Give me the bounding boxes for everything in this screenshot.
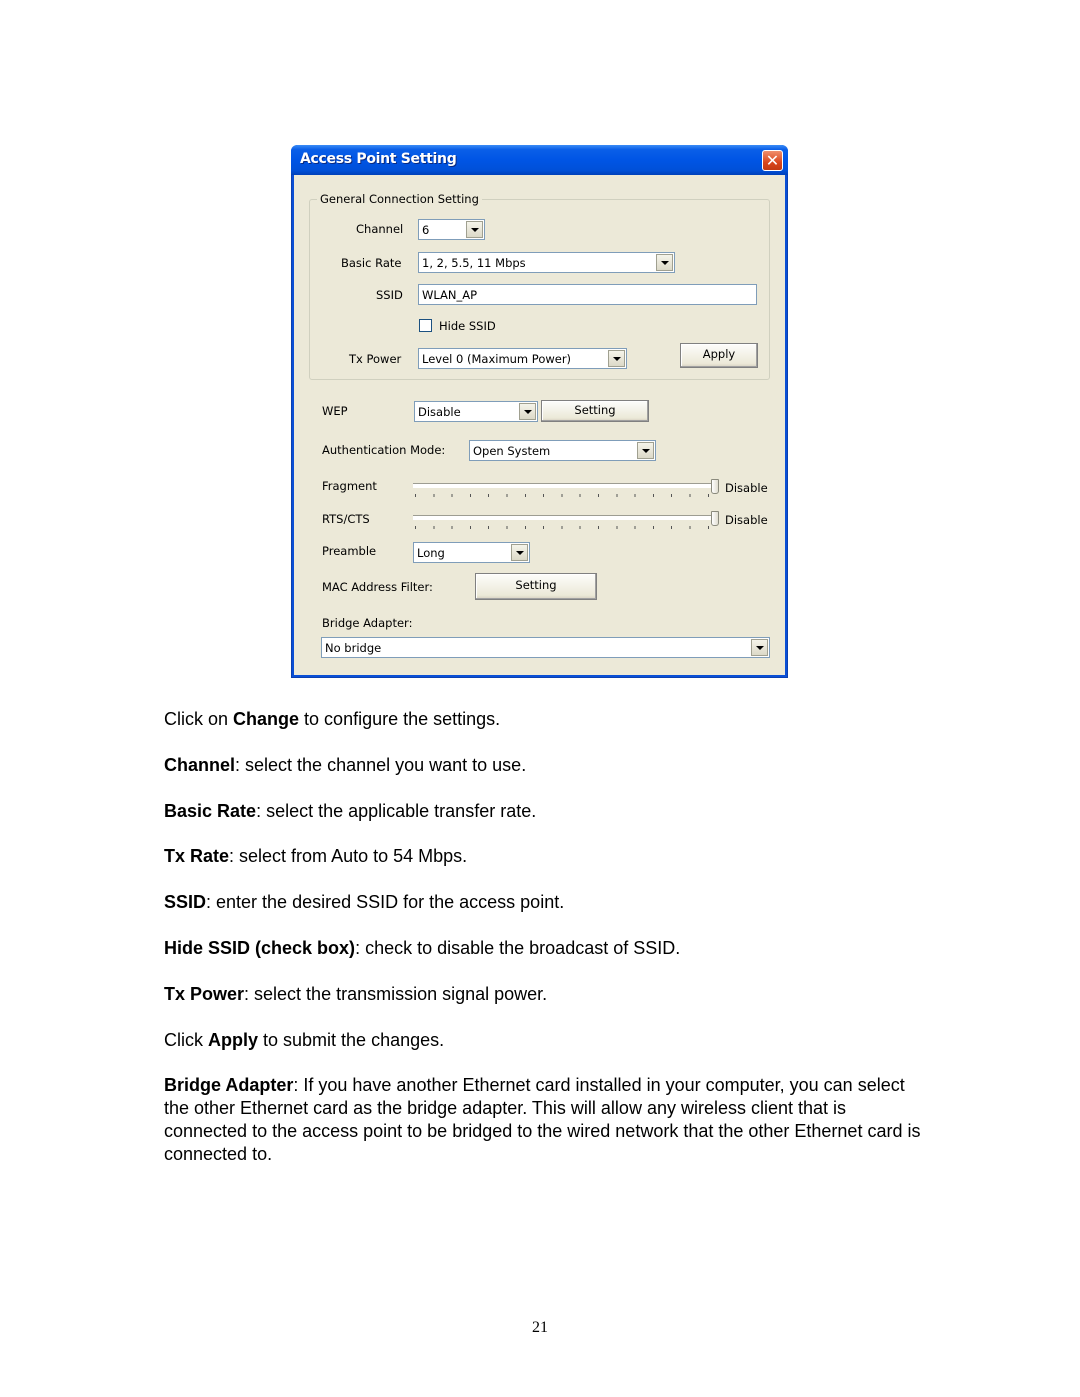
mac-filter-setting-button[interactable]: Setting — [475, 573, 597, 600]
term: Apply — [208, 1030, 259, 1050]
bridge-adapter-select[interactable]: No bridge — [321, 637, 770, 658]
text: to configure the settings. — [299, 709, 501, 729]
preamble-label: Preamble — [322, 544, 377, 558]
rts-cts-value: Disable — [725, 513, 768, 527]
text: Click on — [164, 709, 234, 729]
desc-basic-rate: Basic Rate: select the applicable transf… — [164, 800, 924, 823]
slider-track — [413, 483, 711, 488]
chevron-down-icon[interactable] — [511, 544, 528, 561]
hide-ssid-label: Hide SSID — [439, 319, 496, 333]
ssid-value: WLAN_AP — [422, 288, 478, 302]
desc-bridge-adapter: Bridge Adapter: If you have another Ethe… — [164, 1074, 924, 1166]
page-number: 21 — [532, 1319, 548, 1336]
text: : check to disable the broadcast of SSID… — [355, 938, 681, 958]
slider-track — [413, 515, 711, 520]
rts-cts-label: RTS/CTS — [322, 512, 370, 526]
wep-label: WEP — [322, 404, 348, 418]
auth-mode-value: Open System — [473, 444, 551, 458]
channel-label: Channel — [356, 222, 404, 236]
slider-thumb[interactable] — [711, 511, 719, 526]
preamble-value: Long — [417, 546, 445, 560]
chevron-down-icon[interactable] — [466, 221, 483, 238]
close-icon: ✕ — [765, 151, 780, 170]
text: : select the channel you want to use. — [235, 755, 527, 775]
channel-value: 6 — [422, 223, 430, 237]
chevron-down-icon[interactable] — [608, 350, 625, 367]
text: : select from Auto to 54 Mbps. — [229, 846, 468, 866]
fragment-label: Fragment — [322, 479, 377, 493]
tx-power-value: Level 0 (Maximum Power) — [422, 352, 572, 366]
text: : select the applicable transfer rate. — [256, 801, 537, 821]
term: Tx Rate — [164, 846, 230, 866]
basic-rate-label: Basic Rate — [341, 256, 402, 270]
hide-ssid-checkbox[interactable] — [419, 319, 432, 332]
channel-select[interactable]: 6 — [418, 219, 485, 240]
chevron-down-icon[interactable] — [519, 403, 536, 420]
text: : select the transmission signal power. — [244, 984, 548, 1004]
instruction-apply: Click Apply to submit the changes. — [164, 1029, 924, 1052]
slider-ticks — [415, 526, 715, 529]
text: to submit the changes. — [258, 1030, 445, 1050]
wep-setting-button[interactable]: Setting — [541, 400, 649, 422]
basic-rate-value: 1, 2, 5.5, 11 Mbps — [422, 256, 526, 270]
term: Bridge Adapter — [164, 1075, 294, 1095]
fragment-value: Disable — [725, 481, 768, 495]
wep-select[interactable]: Disable — [414, 401, 538, 422]
bridge-adapter-value: No bridge — [325, 641, 382, 655]
access-point-setting-dialog: Access Point Setting ✕ General Connectio… — [291, 145, 788, 678]
wep-setting-button-label: Setting — [574, 403, 616, 417]
desc-hide-ssid: Hide SSID (check box): check to disable … — [164, 937, 924, 960]
ssid-label: SSID — [376, 288, 403, 302]
tx-power-select[interactable]: Level 0 (Maximum Power) — [418, 348, 627, 369]
mac-filter-label: MAC Address Filter: — [322, 580, 433, 594]
apply-button[interactable]: Apply — [680, 343, 758, 368]
instruction-change: Click on Change to configure the setting… — [164, 708, 924, 731]
text: : enter the desired SSID for the access … — [206, 892, 565, 912]
close-button[interactable]: ✕ — [762, 150, 783, 171]
desc-ssid: SSID: enter the desired SSID for the acc… — [164, 891, 924, 914]
title-bar[interactable]: Access Point Setting ✕ — [291, 145, 788, 175]
bridge-adapter-label: Bridge Adapter: — [322, 616, 413, 630]
term: Hide SSID (check box) — [164, 938, 356, 958]
slider-thumb[interactable] — [711, 479, 719, 494]
term: Channel — [164, 755, 236, 775]
desc-tx-rate: Tx Rate: select from Auto to 54 Mbps. — [164, 845, 924, 868]
chevron-down-icon[interactable] — [751, 639, 768, 656]
dialog-title: Access Point Setting — [300, 151, 457, 167]
fragment-slider[interactable] — [413, 479, 719, 499]
group-title: General Connection Setting — [317, 192, 482, 206]
auth-mode-select[interactable]: Open System — [469, 440, 656, 461]
term: SSID — [164, 892, 207, 912]
mac-filter-setting-button-label: Setting — [515, 578, 557, 592]
desc-tx-power: Tx Power: select the transmission signal… — [164, 983, 924, 1006]
auth-mode-label: Authentication Mode: — [322, 443, 446, 457]
term: Basic Rate — [164, 801, 257, 821]
slider-ticks — [415, 494, 715, 497]
term: Change — [233, 709, 300, 729]
wep-value: Disable — [418, 405, 461, 419]
tx-power-label: Tx Power — [349, 352, 402, 366]
preamble-select[interactable]: Long — [413, 542, 530, 563]
rts-cts-slider[interactable] — [413, 511, 719, 531]
basic-rate-select[interactable]: 1, 2, 5.5, 11 Mbps — [418, 252, 675, 273]
desc-channel: Channel: select the channel you want to … — [164, 754, 924, 777]
chevron-down-icon[interactable] — [637, 442, 654, 459]
text: Click — [164, 1030, 208, 1050]
term: Tx Power — [164, 984, 245, 1004]
dialog-body: General Connection Setting Channel 6 Bas… — [294, 175, 785, 675]
ssid-input[interactable]: WLAN_AP — [418, 284, 757, 305]
apply-button-label: Apply — [702, 347, 736, 361]
chevron-down-icon[interactable] — [656, 254, 673, 271]
